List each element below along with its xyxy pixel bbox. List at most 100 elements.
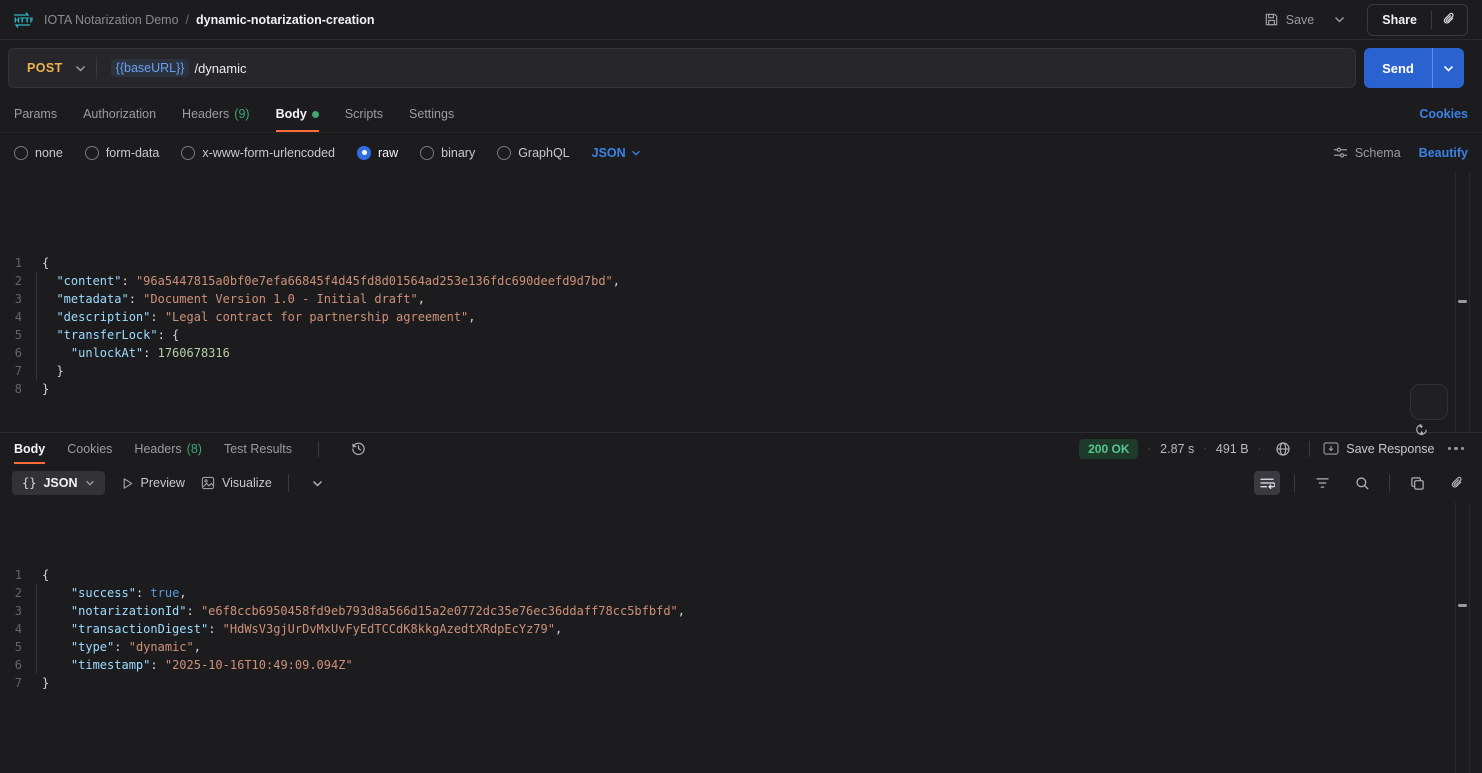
status-badge[interactable]: 200 OK (1079, 439, 1138, 459)
body-type-urlencoded[interactable]: x-www-form-urlencoded (181, 146, 335, 160)
network-globe-icon[interactable] (1270, 437, 1296, 461)
breadcrumb-collection[interactable]: IOTA Notarization Demo (44, 13, 179, 27)
scrollbar-thumb[interactable] (1458, 300, 1467, 303)
code-line: 1{ (0, 254, 1482, 272)
response-tab-cookies[interactable]: Cookies (67, 433, 112, 464)
cookies-link[interactable]: Cookies (1419, 107, 1468, 121)
line-number: 1 (0, 566, 34, 584)
scrollbar-thumb[interactable] (1458, 604, 1467, 607)
body-type-graphql[interactable]: GraphQL (497, 146, 569, 160)
response-size[interactable]: 491 B (1216, 442, 1249, 456)
indent-guide (36, 290, 37, 308)
body-type-binary[interactable]: binary (420, 146, 475, 160)
save-button[interactable]: Save (1256, 6, 1323, 33)
indent-guide (36, 584, 37, 602)
breadcrumb-request-name[interactable]: dynamic-notarization-creation (196, 13, 375, 27)
code-line: 7 } (0, 362, 1482, 380)
tab-headers[interactable]: Headers (9) (182, 96, 250, 132)
wrap-text-button[interactable] (1254, 471, 1280, 495)
save-options-button[interactable] (1328, 10, 1351, 29)
response-format-select[interactable]: {} JSON (12, 471, 105, 495)
visualize-button[interactable]: Visualize (201, 476, 272, 490)
line-number: 5 (0, 326, 34, 344)
app-window: HTTP IOTA Notarization Demo / dynamic-no… (0, 0, 1482, 773)
postbot-sparkle-icon (1411, 385, 1469, 476)
send-button[interactable]: Send (1364, 48, 1432, 88)
url-input[interactable]: {{baseURL}} /dynamic (111, 59, 1355, 77)
history-clock-icon (351, 441, 366, 456)
beautify-button[interactable]: Beautify (1419, 146, 1468, 160)
indent-guide (36, 620, 37, 638)
tab-params[interactable]: Params (14, 96, 57, 132)
tab-settings[interactable]: Settings (409, 96, 454, 132)
save-response-icon (1323, 442, 1339, 455)
url-variable-chip[interactable]: {{baseURL}} (111, 59, 190, 77)
tab-scripts[interactable]: Scripts (345, 96, 383, 132)
line-number: 5 (0, 638, 34, 656)
url-divider (96, 57, 97, 79)
code-line: 5 "transferLock": { (0, 326, 1482, 344)
code-line: 6 "timestamp": "2025-10-16T10:49:09.094Z… (0, 656, 1482, 674)
code-line: 4 "description": "Legal contract for par… (0, 308, 1482, 326)
body-type-row: none form-data x-www-form-urlencoded raw… (0, 133, 1482, 172)
line-number: 7 (0, 362, 34, 380)
radio-icon (497, 146, 511, 160)
response-toolbar: {} JSON Preview Visualize (0, 464, 1482, 502)
code-line: 7} (0, 674, 1482, 692)
copy-link-button[interactable] (1432, 5, 1467, 35)
method-select[interactable]: POST (9, 61, 75, 75)
code-line: 3 "notarizationId": "e6f8ccb6950458fd9eb… (0, 602, 1482, 620)
response-tab-body[interactable]: Body (14, 433, 45, 464)
line-number: 2 (0, 272, 34, 290)
indent-guide (36, 272, 37, 290)
body-type-raw[interactable]: raw (357, 146, 398, 160)
body-modified-dot (312, 111, 319, 118)
body-type-form-data[interactable]: form-data (85, 146, 160, 160)
braces-icon: {} (22, 476, 36, 490)
response-tab-headers[interactable]: Headers (8) (134, 433, 202, 464)
indent-guide (36, 638, 37, 656)
share-button[interactable]: Share (1368, 5, 1431, 35)
code-line: 3 "metadata": "Document Version 1.0 - In… (0, 290, 1482, 308)
request-body-editor[interactable]: 1{2 "content": "96a5447815a0bf0e7efa6684… (0, 172, 1482, 432)
tab-authorization[interactable]: Authorization (83, 96, 156, 132)
line-number: 8 (0, 380, 34, 398)
filter-icon[interactable] (1309, 471, 1335, 495)
chevron-down-icon (85, 480, 95, 486)
response-tab-test-results[interactable]: Test Results (224, 433, 292, 464)
indent-guide (36, 602, 37, 620)
line-number: 4 (0, 620, 34, 638)
response-editor-scrollbar[interactable] (1455, 502, 1470, 773)
format-options-chevron[interactable] (305, 471, 331, 495)
tab-body[interactable]: Body (276, 96, 319, 132)
request-tabs: Params Authorization Headers (9) Body Sc… (0, 96, 1482, 133)
line-number: 3 (0, 290, 34, 308)
code-line: 6 "unlockAt": 1760678316 (0, 344, 1482, 362)
code-line: 2 "content": "96a5447815a0bf0e7efa66845f… (0, 272, 1482, 290)
body-type-none[interactable]: none (14, 146, 63, 160)
schema-button[interactable]: Schema (1333, 146, 1401, 160)
svg-text:HTTP: HTTP (14, 16, 33, 24)
topbar-actions: Save Share (1256, 4, 1468, 36)
search-icon[interactable] (1349, 471, 1375, 495)
line-number: 6 (0, 344, 34, 362)
radio-icon (85, 146, 99, 160)
radio-icon (14, 146, 28, 160)
sliders-icon (1333, 146, 1348, 159)
play-icon (121, 477, 134, 490)
response-history-button[interactable] (345, 437, 371, 461)
response-body-editor[interactable]: 1{2 "success": true,3 "notarizationId": … (0, 502, 1482, 773)
chevron-down-icon (631, 150, 641, 156)
response-tabs: Body Cookies Headers (8) Test Results (14, 433, 371, 464)
postbot-button[interactable] (1410, 384, 1448, 420)
radio-icon (420, 146, 434, 160)
method-chevron-down-icon[interactable] (75, 65, 86, 72)
share-group: Share (1367, 4, 1468, 36)
indent-guide (36, 362, 37, 380)
preview-button[interactable]: Preview (121, 476, 185, 490)
raw-language-select[interactable]: JSON (592, 146, 641, 160)
response-time[interactable]: 2.87 s (1160, 442, 1194, 456)
send-options-button[interactable] (1432, 48, 1464, 88)
radio-icon (181, 146, 195, 160)
code-line: 8} (0, 380, 1482, 398)
